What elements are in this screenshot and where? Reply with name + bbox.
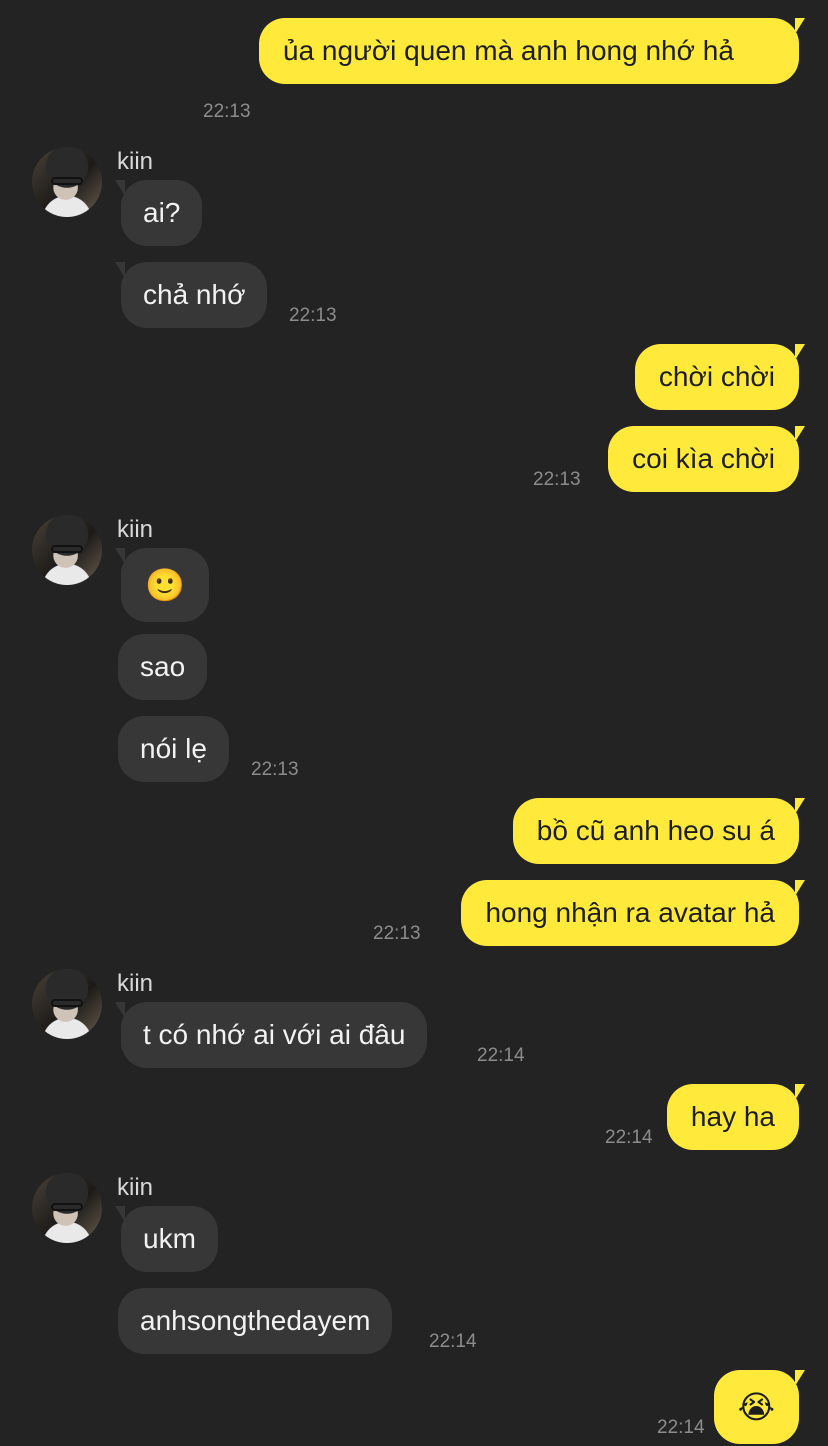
contact-avatar[interactable] bbox=[32, 515, 102, 585]
message-timestamp: 22:13 bbox=[373, 923, 421, 944]
incoming-message[interactable]: chả nhớ bbox=[114, 262, 268, 328]
outgoing-message[interactable]: chời chời bbox=[634, 344, 806, 410]
message-timestamp: 22:13 bbox=[289, 305, 337, 326]
outgoing-message[interactable]: hong nhận ra avatar hả bbox=[461, 880, 805, 946]
incoming-message[interactable]: anhsongthedayem bbox=[118, 1288, 393, 1354]
outgoing-message[interactable]: hay ha bbox=[666, 1084, 806, 1150]
sender-name: kiin bbox=[117, 148, 154, 175]
message-timestamp: 22:13 bbox=[251, 759, 299, 780]
message-timestamp: 22:13 bbox=[203, 101, 251, 122]
sender-name: kiin bbox=[117, 516, 154, 543]
contact-avatar[interactable] bbox=[32, 147, 102, 217]
contact-avatar[interactable] bbox=[32, 1173, 102, 1243]
incoming-message[interactable]: t có nhớ ai với ai đâu bbox=[114, 1002, 428, 1068]
incoming-message[interactable]: nói lẹ bbox=[118, 716, 229, 782]
message-timestamp: 22:14 bbox=[657, 1417, 705, 1438]
incoming-message[interactable]: sao bbox=[118, 634, 208, 700]
avatar-glasses bbox=[51, 177, 83, 185]
chat-thread: ủa người quen mà anh hong nhớ hả 22:13 k… bbox=[0, 0, 828, 1446]
outgoing-message[interactable]: bồ cũ anh heo su á bbox=[512, 798, 806, 864]
outgoing-message[interactable]: coi kìa chời bbox=[608, 426, 805, 492]
message-timestamp: 22:14 bbox=[477, 1045, 525, 1066]
message-timestamp: 22:14 bbox=[605, 1127, 653, 1148]
message-timestamp: 22:13 bbox=[533, 469, 581, 490]
outgoing-message[interactable]: 😭 bbox=[713, 1370, 806, 1444]
incoming-message[interactable]: ukm bbox=[115, 1206, 218, 1272]
sender-name: kiin bbox=[117, 970, 154, 997]
sender-name: kiin bbox=[117, 1174, 154, 1201]
contact-avatar[interactable] bbox=[32, 969, 102, 1039]
avatar-glasses bbox=[51, 999, 83, 1007]
avatar-glasses bbox=[51, 545, 83, 553]
avatar-glasses bbox=[51, 1203, 83, 1211]
incoming-message[interactable]: ai? bbox=[114, 180, 203, 246]
outgoing-message[interactable]: ủa người quen mà anh hong nhớ hả bbox=[259, 18, 805, 84]
message-timestamp: 22:14 bbox=[429, 1331, 477, 1352]
incoming-message[interactable]: 🙂 bbox=[115, 548, 209, 622]
